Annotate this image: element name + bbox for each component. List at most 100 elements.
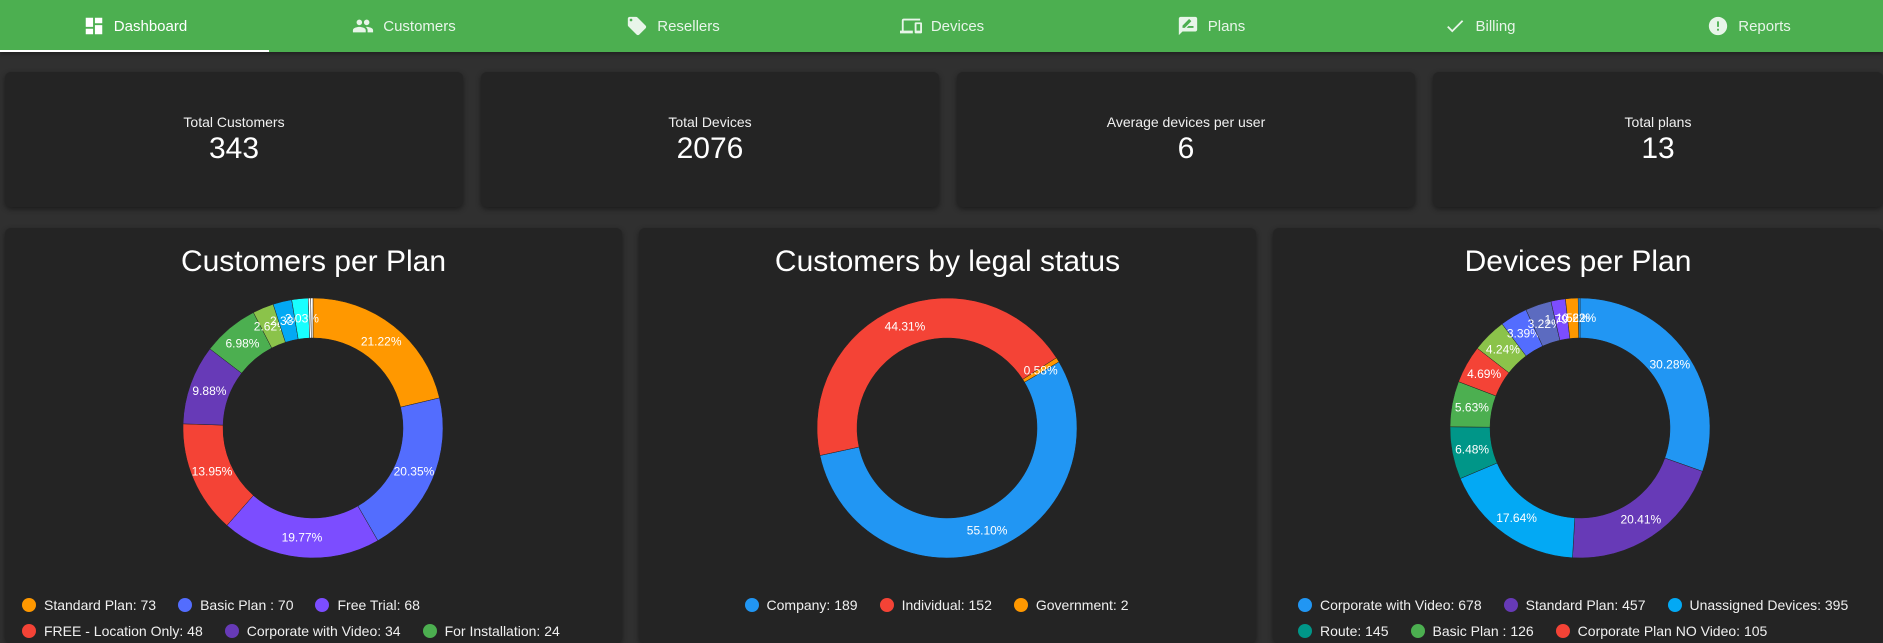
slice-standard-plan[interactable]	[312, 297, 440, 408]
legend-color-dot	[879, 598, 894, 612]
legend-color-dot	[178, 598, 193, 612]
legend-item[interactable]: Free Trial: 68	[315, 597, 420, 613]
devices-icon	[899, 14, 923, 38]
slice-percent-label: 6.48%	[1455, 442, 1489, 456]
legend-item[interactable]: Basic Plan : 70	[178, 597, 293, 613]
donut-chart: 21.22%20.35%19.77%13.95%9.88%6.98%2.62%2…	[182, 297, 444, 559]
slice-percent-label: 13.95%	[192, 465, 233, 479]
legend-color-dot	[22, 598, 36, 612]
slice-percent-label: 44.31%	[885, 319, 926, 333]
tab-label: Plans	[1207, 17, 1246, 35]
tab-dashboard[interactable]: Dashboard	[0, 0, 269, 52]
legend-item[interactable]: Basic Plan : 126	[1410, 623, 1534, 639]
legend-label: Standard Plan: 457	[1525, 597, 1646, 613]
legend-color-dot	[1503, 598, 1518, 612]
tab-label: Customers	[383, 17, 456, 35]
legend-item[interactable]: Corporate Plan NO Video: 105	[1555, 623, 1768, 639]
legend-row: Company: 189 Individual: 152 Government: 2	[639, 592, 1256, 618]
slice-standard-plan[interactable]	[1572, 457, 1703, 559]
legend-item[interactable]: Standard Plan: 73	[22, 597, 156, 613]
legend-label: For Installation: 24	[444, 623, 560, 639]
chart-card-devices-per-plan: Devices per Plan 30.28% 20.41% 17.64% 6.48%…	[1273, 228, 1883, 643]
slice-percent-label: 0.22%	[1562, 311, 1596, 325]
legend-color-dot	[315, 598, 330, 612]
slice-percent-label: 0.58%	[1024, 363, 1058, 377]
legend-color-dot	[1555, 624, 1570, 638]
stat-card-total-devices: Total Devices 2076	[481, 72, 939, 207]
slice-corporate-with-video[interactable]	[1579, 297, 1711, 472]
legend-color-dot	[744, 598, 759, 612]
legend-item[interactable]: Unassigned Devices: 395	[1667, 597, 1848, 613]
stat-label: Total Customers	[183, 113, 285, 130]
tab-label: Dashboard	[113, 17, 188, 35]
slice-percent-label: 17.64%	[1496, 511, 1537, 525]
alert-circle-icon	[1706, 14, 1730, 38]
legend-item[interactable]: FREE - Location Only: 48	[22, 623, 203, 639]
stat-value: 13	[1641, 131, 1675, 165]
tab-resellers[interactable]: Resellers	[538, 0, 807, 52]
legend-label: Corporate with Video: 678	[1320, 597, 1482, 613]
legend-color-dot	[1013, 598, 1028, 612]
tab-billing[interactable]: Billing	[1345, 0, 1614, 52]
legend-label: Free Trial: 68	[337, 597, 420, 613]
stat-label: Average devices per user	[1106, 113, 1266, 130]
stat-label: Total plans	[1624, 113, 1692, 130]
legend-color-dot	[422, 624, 437, 638]
legend-row: FREE - Location Only: 48 Corporate with V…	[22, 618, 622, 643]
stat-card-average-devices: Average devices per user 6	[957, 72, 1415, 207]
stat-value: 2076	[676, 131, 744, 165]
legend-item[interactable]: For Installation: 24	[422, 623, 560, 639]
legend-item[interactable]: Individual: 152	[879, 597, 992, 613]
stat-card-total-plans: Total plans 13	[1433, 72, 1883, 207]
stat-value: 343	[208, 131, 260, 165]
slice-percent-label: 9.88%	[192, 384, 226, 398]
dashboard-icon	[82, 14, 106, 38]
legend-color-dot	[1298, 598, 1312, 612]
chart-legend: Standard Plan: 73 Basic Plan : 70 Free Tri…	[5, 592, 622, 643]
tab-label: Resellers	[657, 17, 720, 35]
check-icon	[1443, 14, 1467, 38]
legend-color-dot	[224, 624, 239, 638]
legend-item[interactable]: Route: 145	[1298, 623, 1389, 639]
legend-label: Corporate with Video: 34	[246, 623, 401, 639]
legend-label: Standard Plan: 73	[44, 597, 157, 613]
slice-percent-label: 4.24%	[1486, 343, 1520, 357]
legend-label: FREE - Location Only: 48	[44, 623, 203, 639]
slice-percent-label: 20.41%	[1621, 513, 1662, 527]
legend-label: Route: 145	[1320, 623, 1389, 639]
top-navigation: Dashboard Customers Resellers Devices Pl…	[0, 0, 1883, 52]
donut-chart: 30.28%20.41%17.64%6.48%5.63%4.69%4.24%3.…	[1449, 297, 1711, 559]
legend-label: Basic Plan : 126	[1432, 623, 1534, 639]
people-icon	[351, 14, 375, 38]
legend-color-dot	[22, 624, 36, 638]
slice-percent-label: 21.22%	[361, 335, 402, 349]
slice-percent-label: 19.77%	[282, 530, 323, 544]
legend-color-dot	[1298, 624, 1312, 638]
tab-customers[interactable]: Customers	[269, 0, 538, 52]
legend-label: Individual: 152	[901, 597, 992, 613]
slice-percent-label: 30.28%	[1649, 358, 1690, 372]
tab-reports[interactable]: Reports	[1614, 0, 1883, 52]
legend-item[interactable]: Corporate with Video: 34	[224, 623, 401, 639]
legend-label: Government: 2	[1035, 597, 1129, 613]
slice-individual[interactable]	[816, 297, 1057, 456]
legend-item[interactable]: Company: 189	[744, 597, 858, 613]
legend-item[interactable]: Corporate with Video: 678	[1298, 597, 1482, 613]
stat-label: Total Devices	[668, 113, 752, 130]
legend-row: Route: 145 Basic Plan : 126 Corporate Plan…	[1298, 618, 1883, 643]
slice-percent-label: 55.10%	[967, 523, 1008, 537]
tab-label: Devices	[930, 17, 985, 35]
tab-devices[interactable]: Devices	[807, 0, 1076, 52]
tab-label: Reports	[1738, 17, 1791, 35]
slice-percent-label: 2.03%	[285, 312, 319, 326]
plan-icon	[1176, 14, 1200, 38]
chart-card-customers-by-legal-status: Customers by legal status 55.10% 44.31% 0.…	[639, 228, 1256, 643]
slice-free-trial[interactable]	[226, 495, 379, 559]
legend-item[interactable]: Standard Plan: 457	[1503, 597, 1646, 613]
legend-color-dot	[1410, 624, 1425, 638]
legend-item[interactable]: Government: 2	[1013, 597, 1129, 613]
tab-plans[interactable]: Plans	[1076, 0, 1345, 52]
legend-label: Company: 189	[766, 597, 858, 613]
stat-card-total-customers: Total Customers 343	[5, 72, 463, 207]
legend-label: Corporate Plan NO Video: 105	[1577, 623, 1768, 639]
